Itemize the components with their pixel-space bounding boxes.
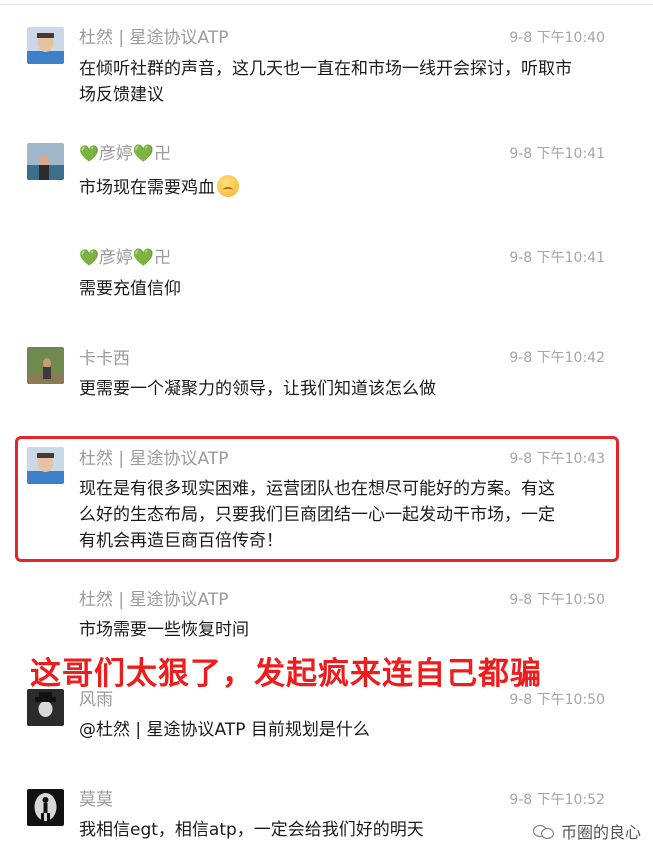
avatar[interactable] [27, 27, 64, 64]
message-text: 市场现在需要鸡血 [79, 175, 579, 201]
sender-name-text: 彦婷 [98, 248, 133, 268]
avatar-man-hat-dark-icon [27, 689, 64, 726]
green-heart-icon: 💚 [79, 248, 99, 267]
avatar[interactable] [27, 143, 64, 180]
sender-name: 杜然 | 星途协议ATP [79, 28, 229, 48]
avatar-woman-lake-icon [27, 143, 64, 180]
message-text: 需要充值信仰 [79, 279, 181, 299]
message-text: 在倾听社群的声音，这几天也一直在和市场一线开会探讨，听取市场反馈建议 [79, 59, 572, 105]
message-text: 市场需要一些恢复时间 [79, 620, 249, 640]
grimacing-face-icon [217, 175, 239, 197]
wechat-icon [532, 823, 555, 839]
message-time: 9-8 下午10:43 [509, 451, 605, 467]
avatar[interactable] [27, 789, 64, 826]
avatar-outdoor-person-icon [27, 347, 64, 384]
watermark-text: 币圈的良心 [560, 823, 641, 842]
sender-name: 💚彦婷💚卍 [79, 247, 171, 269]
sender-name: 卡卡西 [79, 349, 130, 369]
message-time: 9-8 下午10:50 [509, 692, 605, 708]
avatar-silhouette-light-icon [27, 789, 64, 826]
sender-name-text: 彦婷 [98, 144, 133, 164]
green-heart-icon: 💚 [79, 144, 99, 163]
avatar[interactable] [27, 689, 64, 726]
avatar-man-blue-shirt-icon [27, 447, 64, 484]
avatar-man-blue-shirt-icon [27, 27, 64, 64]
top-divider [0, 4, 653, 5]
message-text: 我相信egt，相信atp，一定会给我们好的明天 [79, 820, 424, 840]
message-time: 9-8 下午10:52 [509, 792, 605, 808]
sender-suffix: 💚卍 [132, 144, 172, 164]
message-text-content: 市场现在需要鸡血 [79, 178, 215, 198]
sender-name: 杜然 | 星途协议ATP [79, 449, 229, 469]
message-time: 9-8 下午10:41 [509, 250, 605, 266]
sender-name: 💚彦婷💚卍 [79, 143, 171, 165]
watermark: 币圈的良心 [532, 819, 641, 843]
message-time: 9-8 下午10:50 [509, 592, 605, 608]
avatar[interactable] [27, 447, 64, 484]
sender-name: 风雨 [79, 690, 113, 710]
message-time: 9-8 下午10:41 [509, 146, 605, 162]
message-text: 现在是有很多现实困难，运营团队也在想尽可能好的方案。有这么好的生态布局，只要我们… [79, 479, 555, 551]
sender-suffix: 💚卍 [132, 248, 172, 268]
message-time: 9-8 下午10:40 [509, 30, 605, 46]
message-time: 9-8 下午10:42 [509, 350, 605, 366]
sender-name: 杜然 | 星途协议ATP [79, 590, 229, 610]
message-text: 更需要一个凝聚力的领导，让我们知道该怎么做 [79, 379, 436, 399]
avatar[interactable] [27, 347, 64, 384]
sender-name: 莫莫 [79, 790, 113, 810]
message-text: @杜然 | 星途协议ATP 目前规划是什么 [79, 720, 370, 740]
overlay-caption: 这哥们太狠了，发起疯来连自己都骗 [30, 656, 542, 692]
